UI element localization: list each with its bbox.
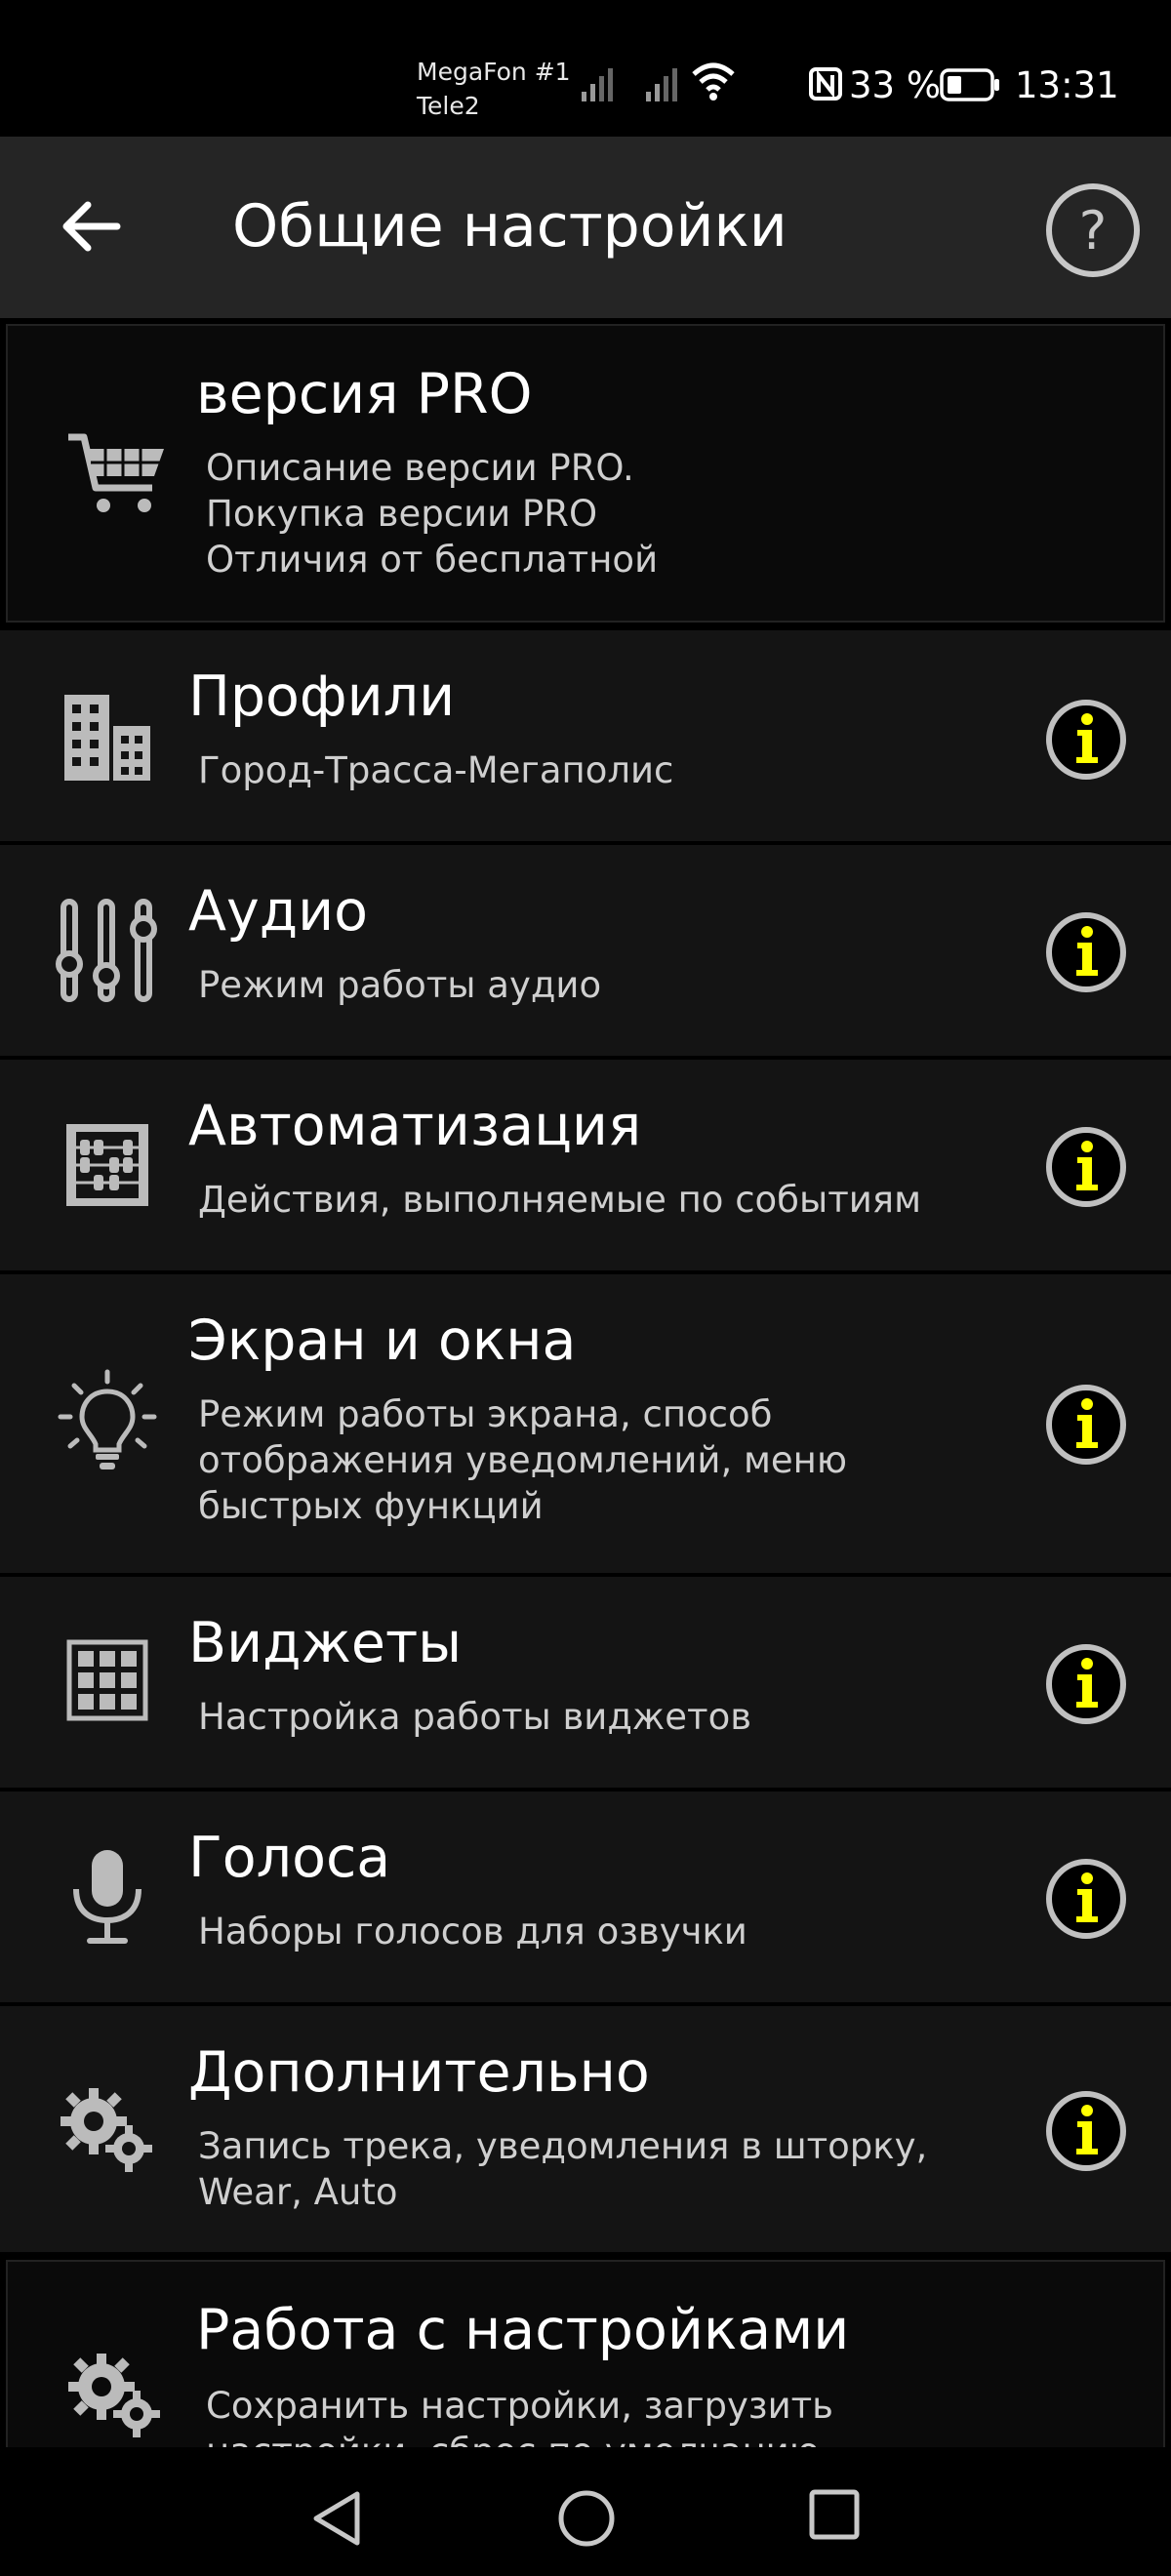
grid-icon	[66, 1639, 148, 1721]
info-icon[interactable]	[1045, 1384, 1127, 1466]
equalizer-icon	[56, 899, 157, 1002]
microphone-icon	[73, 1850, 141, 1944]
signal-2-icon	[646, 68, 677, 101]
item-title: Дополнительно	[188, 2040, 650, 2105]
carrier-names: MegaFon #1 Tele2	[417, 55, 571, 123]
item-title: Работа с настройками	[196, 2298, 850, 2362]
info-icon[interactable]	[1045, 699, 1127, 781]
status-bar: MegaFon #1 Tele2 33 % 13:31	[0, 0, 1171, 137]
abacus-icon	[66, 1124, 148, 1206]
battery-percent: 33 %	[849, 64, 941, 106]
list-item-widgets[interactable]: Виджеты Настройка работы виджетов	[0, 1577, 1171, 1788]
svg-text:?: ?	[1079, 200, 1108, 262]
list-item-screen[interactable]: Экран и окна Режим работы экрана, способ…	[0, 1274, 1171, 1573]
wifi-icon	[692, 62, 735, 101]
info-icon[interactable]	[1045, 1643, 1127, 1725]
item-title: Голоса	[188, 1826, 391, 1890]
clock: 13:31	[1015, 64, 1119, 106]
help-circle-icon[interactable]: ?	[1044, 181, 1142, 279]
gears-icon	[61, 2088, 152, 2172]
nfc-icon	[809, 67, 842, 101]
item-subtitle: Запись трека, уведомления в шторку, Wear…	[198, 2125, 928, 2213]
circle-home-icon[interactable]	[556, 2488, 617, 2549]
navigation-bar	[0, 2447, 1171, 2576]
item-title: Виджеты	[188, 1611, 463, 1675]
buildings-icon	[64, 695, 150, 781]
cart-icon	[68, 433, 164, 512]
gears-icon	[68, 2354, 160, 2437]
info-icon[interactable]	[1045, 1858, 1127, 1940]
carrier-1: MegaFon #1	[417, 58, 571, 86]
triangle-back-icon[interactable]	[308, 2488, 367, 2549]
list-item-profiles[interactable]: Профили Город-Трасса-Мегаполис	[0, 630, 1171, 841]
list-item-voices[interactable]: Голоса Наборы голосов для озвучки	[0, 1791, 1171, 2002]
item-subtitle: Режим работы аудио	[198, 964, 602, 1006]
item-subtitle: Режим работы экрана, способ отображения …	[198, 1393, 847, 1527]
item-subtitle: Настройка работы виджетов	[198, 1696, 752, 1738]
item-title: версия PRO	[196, 362, 533, 426]
item-title: Экран и окна	[188, 1308, 577, 1373]
battery-icon	[940, 68, 999, 101]
item-title: Аудио	[188, 879, 369, 944]
list-item-pro[interactable]: версия PRO Описание версии PRO. Покупка …	[6, 324, 1165, 623]
list-item-automation[interactable]: Автоматизация Действия, выполняемые по с…	[0, 1060, 1171, 1270]
page-title: Общие настройки	[232, 192, 787, 261]
item-subtitle: Описание версии PRO. Покупка версии PRO …	[206, 447, 659, 581]
info-icon[interactable]	[1045, 2090, 1127, 2172]
list-item-advanced[interactable]: Дополнительно Запись трека, уведомления …	[0, 2006, 1171, 2252]
info-icon[interactable]	[1045, 911, 1127, 993]
item-title: Автоматизация	[188, 1094, 642, 1158]
item-subtitle: Наборы голосов для озвучки	[198, 1911, 747, 1952]
item-subtitle: Город-Трасса-Мегаполис	[198, 749, 674, 791]
carrier-2: Tele2	[417, 92, 480, 120]
arrow-left-icon[interactable]	[59, 195, 121, 258]
square-recents-icon[interactable]	[808, 2488, 863, 2543]
info-icon[interactable]	[1045, 1126, 1127, 1208]
lightbulb-icon	[58, 1369, 157, 1469]
list-item-audio[interactable]: Аудио Режим работы аудио	[0, 845, 1171, 1056]
item-title: Профили	[188, 664, 456, 729]
signal-1-icon	[582, 68, 613, 101]
item-subtitle: Действия, выполняемые по событиям	[198, 1179, 921, 1221]
